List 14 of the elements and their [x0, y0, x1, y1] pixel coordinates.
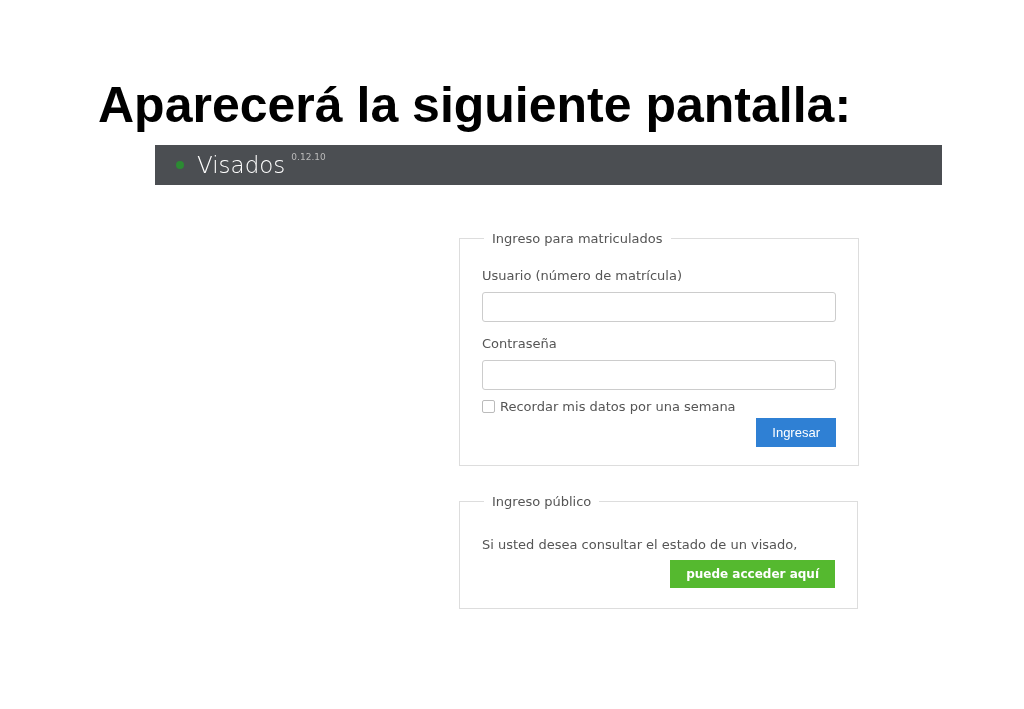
panel-legend: Ingreso público: [484, 494, 600, 509]
slide-title: Aparecerá la siguiente pantalla:: [97, 76, 853, 135]
field-label: Contraseña: [482, 336, 558, 351]
info-text: Si usted desea consultar el estado de un visado,: [482, 537, 799, 552]
input-field[interactable]: [482, 360, 836, 390]
checkbox-label: Recordar mis datos por una semana: [500, 399, 736, 414]
app-title: Visados: [197, 151, 286, 179]
field-label: Usuario (número de matrícula): [482, 268, 683, 283]
input-field[interactable]: [482, 292, 836, 322]
app-version: 0.12.10: [291, 152, 326, 162]
login-button[interactable]: Ingresar: [756, 418, 836, 447]
panel-legend: Ingreso para matriculados: [484, 231, 671, 246]
checkbox[interactable]: [482, 400, 495, 413]
access-button[interactable]: puede acceder aquí: [670, 560, 835, 588]
